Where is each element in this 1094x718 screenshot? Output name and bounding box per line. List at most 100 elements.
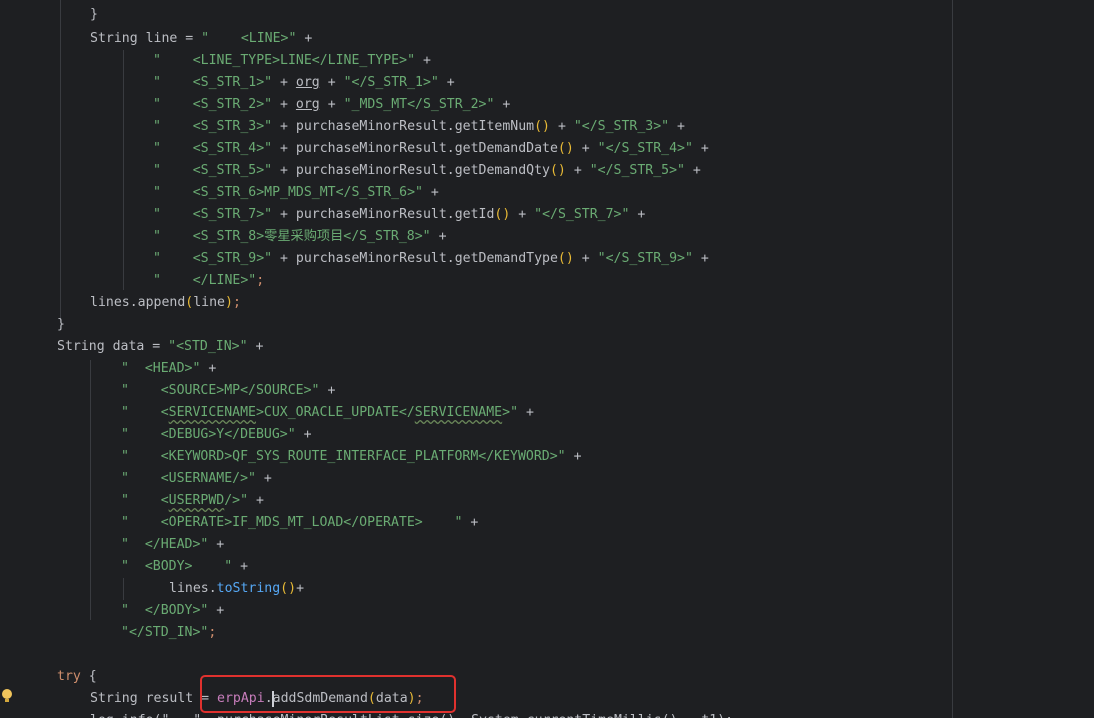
code-line[interactable]: " <S_STR_1>" + org + "</S_STR_1>" + xyxy=(153,72,455,94)
code-line[interactable]: " </HEAD>" + xyxy=(121,534,224,556)
code-token: "<STD_IN>" xyxy=(168,339,248,354)
code-token: "</S_STR_3>" xyxy=(573,119,670,134)
code-token: " <S_STR_7>" xyxy=(153,207,273,222)
code-token: () xyxy=(534,119,550,134)
code-token: + xyxy=(208,603,225,618)
code-line[interactable]: " <S_STR_8>零星采购项目</S_STR_8>" + xyxy=(153,226,447,248)
code-token: + xyxy=(462,515,479,530)
code-line[interactable]: " <S_STR_7>" + purchaseMinorResult.getId… xyxy=(153,204,645,226)
code-token: + purchaseMinorResult.getDemandQty xyxy=(272,163,550,178)
code-token: " <OPERATE>IF_MDS_MT_LOAD</OPERATE> " xyxy=(121,515,463,530)
code-token: " < xyxy=(121,405,169,420)
code-line[interactable]: String data = "<STD_IN>" + xyxy=(57,336,263,358)
code-line[interactable]: " <S_STR_3>" + purchaseMinorResult.getIt… xyxy=(153,116,685,138)
annotation-highlight-box xyxy=(200,675,456,713)
code-line[interactable]: " <S_STR_5>" + purchaseMinorResult.getDe… xyxy=(153,160,701,182)
code-token: + xyxy=(565,449,582,464)
code-token: " </BODY>" xyxy=(121,603,209,618)
code-line[interactable]: " <USERPWD/>" + xyxy=(121,490,264,512)
code-token: " <BODY> " xyxy=(121,559,233,574)
code-token: + xyxy=(629,207,646,222)
code-line[interactable]: lines.toString()+ xyxy=(169,578,304,600)
code-token: + xyxy=(255,471,272,486)
code-token: lines.append xyxy=(90,295,186,310)
code-token: SERVICENAME xyxy=(414,405,503,420)
code-token: " <LINE>" xyxy=(201,31,297,46)
code-token: " </HEAD>" xyxy=(121,537,209,552)
code-token: + xyxy=(684,163,701,178)
code-line[interactable]: try { xyxy=(57,666,97,688)
code-token: " <S_STR_4>" xyxy=(153,141,273,156)
code-token: + xyxy=(272,97,296,112)
code-token: } xyxy=(90,7,98,22)
code-line[interactable]: " </BODY>" + xyxy=(121,600,224,622)
code-token: + xyxy=(319,75,344,90)
code-line[interactable]: lines.append(line); xyxy=(90,292,241,314)
code-token: String result = xyxy=(90,691,218,706)
code-token: { xyxy=(88,669,97,684)
code-line[interactable]: " <BODY> " + xyxy=(121,556,248,578)
right-margin-guide xyxy=(952,0,953,718)
code-token: String line = xyxy=(90,31,202,46)
code-token: " <S_STR_1>" xyxy=(153,75,273,90)
code-token: + xyxy=(510,207,535,222)
code-token: " <S_STR_6>MP_MDS_MT</S_STR_6>" xyxy=(153,185,423,200)
code-line[interactable]: " <SOURCE>MP</SOURCE>" + xyxy=(121,380,335,402)
code-token: + xyxy=(494,97,511,112)
code-token: "</S_STR_4>" xyxy=(597,141,693,156)
code-line[interactable]: " <HEAD>" + xyxy=(121,358,216,380)
code-token: + xyxy=(272,75,296,90)
code-token: } xyxy=(57,317,65,332)
code-token: "</STD_IN>" xyxy=(121,625,209,640)
code-line[interactable]: " <OPERATE>IF_MDS_MT_LOAD</OPERATE> " + xyxy=(121,512,478,534)
code-line[interactable]: } xyxy=(57,314,65,336)
code-line[interactable]: " <LINE_TYPE>LINE</LINE_TYPE>" + xyxy=(153,50,431,72)
code-token: + xyxy=(319,383,336,398)
code-token: + xyxy=(319,97,344,112)
code-line[interactable]: " <S_STR_9>" + purchaseMinorResult.getDe… xyxy=(153,248,709,270)
code-token: " </LINE>" xyxy=(153,273,257,288)
code-token: () xyxy=(494,207,511,222)
code-token: + xyxy=(669,119,685,134)
indent-guide xyxy=(60,0,61,320)
code-line[interactable]: String line = " <LINE>" + xyxy=(90,28,312,50)
code-token: () xyxy=(557,141,574,156)
code-token: " <LINE_TYPE>LINE</LINE_TYPE>" xyxy=(153,53,416,68)
code-token: " <S_STR_5>" xyxy=(153,163,273,178)
code-line[interactable]: " <S_STR_2>" + org + "_MDS_MT</S_STR_2>"… xyxy=(153,94,510,116)
code-token: () xyxy=(557,251,574,266)
code-token: " <SOURCE>MP</SOURCE>" xyxy=(121,383,320,398)
editor-gutter[interactable] xyxy=(0,0,28,718)
code-token: "</S_STR_9>" xyxy=(597,251,693,266)
code-token: log.info("...", purchaseMinorResultList.… xyxy=(90,713,733,718)
code-token: ; xyxy=(256,273,265,288)
code-token: + xyxy=(232,559,249,574)
code-line[interactable]: "</STD_IN>"; xyxy=(121,622,216,644)
code-token: try xyxy=(57,669,81,684)
code-token: + purchaseMinorResult.getId xyxy=(272,207,495,222)
code-token: + xyxy=(422,185,439,200)
code-line[interactable]: " <S_STR_4>" + purchaseMinorResult.getDe… xyxy=(153,138,709,160)
code-line[interactable]: } xyxy=(90,4,98,26)
code-token: + xyxy=(573,141,598,156)
code-token: SERVICENAME xyxy=(168,405,256,420)
indent-guide xyxy=(123,578,124,600)
code-token: + xyxy=(200,361,217,376)
code-line[interactable]: " <SERVICENAME>CUX_ORACLE_UPDATE</SERVIC… xyxy=(121,402,534,424)
code-token: + purchaseMinorResult.getDemandType xyxy=(272,251,558,266)
code-token: + xyxy=(296,31,313,46)
code-line[interactable]: " </LINE>"; xyxy=(153,270,264,292)
code-token: + xyxy=(692,141,709,156)
code-editor[interactable]: } String line = " <LINE>" + " <LINE_TYPE>L… xyxy=(0,0,1094,718)
code-token: " <HEAD>" xyxy=(121,361,201,376)
code-line[interactable]: " <DEBUG>Y</DEBUG>" + xyxy=(121,424,312,446)
lightbulb-intention-icon[interactable] xyxy=(2,689,12,702)
code-line[interactable]: " <S_STR_6>MP_MDS_MT</S_STR_6>" + xyxy=(153,182,439,204)
code-line[interactable]: " <KEYWORD>QF_SYS_ROUTE_INTERFACE_PLATFO… xyxy=(121,446,582,468)
code-token: org xyxy=(295,75,320,90)
code-token: "</S_STR_5>" xyxy=(589,163,685,178)
code-token: " <USERNAME/>" xyxy=(121,471,256,486)
code-line[interactable]: " <USERNAME/>" + xyxy=(121,468,272,490)
code-token: + xyxy=(296,581,305,596)
